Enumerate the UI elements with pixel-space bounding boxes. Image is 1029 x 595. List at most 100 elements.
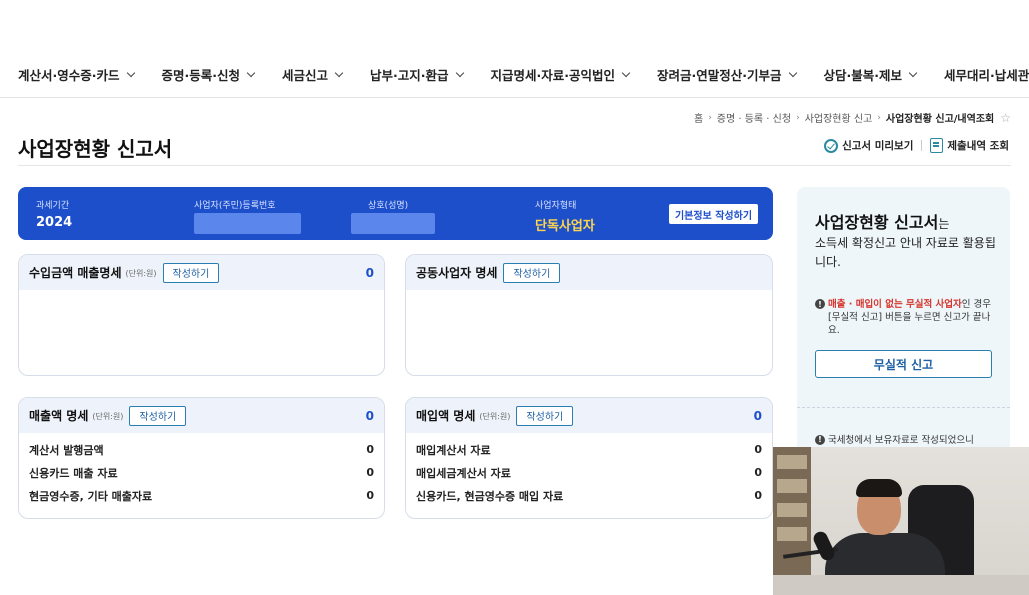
webcam-overlay [773,447,1029,595]
row-label: 현금영수증, 기타 매출자료 [29,489,153,503]
unit-label: (단위:원) [479,412,511,421]
list-item: 현금영수증, 기타 매출자료 0 [19,484,384,507]
breadcrumb-item[interactable]: 사업장현황 신고 [805,110,873,125]
breadcrumb-item[interactable]: 증명 · 등록 · 신청 [717,110,791,125]
count-value: 0 [365,408,374,423]
star-icon[interactable]: ☆ [1000,111,1011,125]
type-label: 사업자형태 [535,201,577,211]
nil-notice: ! 매출 · 매입이 없는 무실적 사업자인 경우 [무실적 신고] 버튼을 누… [815,298,1000,337]
bookshelf [773,447,811,595]
card-header: 매입액 명세 (단위:원) 작성하기 0 [406,398,772,433]
row-label: 계산서 발행금액 [29,443,104,457]
name-masked-value [351,213,435,234]
period-value: 2024 [36,215,73,230]
row-value: 0 [754,466,762,479]
document-icon [930,138,944,153]
card-header: 매출액 명세 (단위:원) 작성하기 0 [19,398,384,433]
write-button[interactable]: 작성하기 [516,405,574,426]
type-value: 단독사업자 [535,219,595,234]
divider [921,140,923,151]
nav-item-label: 장려금·연말정산·기부금 [657,68,782,83]
chevron-down-icon [334,68,344,77]
breadcrumb-current: 사업장현황 신고/내역조회 [885,114,995,125]
regno-masked-value [194,213,301,234]
name-field: 상호(성명) [351,198,435,234]
breadcrumb: 홈 › 증명 · 등록 · 신청 › 사업장현황 신고 › 사업장현황 신고/내… [694,110,1011,126]
info-icon: ! [815,434,825,445]
card-header: 수입금액 매출명세 (단위:원) 작성하기 0 [19,255,384,290]
nav-item-incentive[interactable]: 장려금·연말정산·기부금 [657,65,797,84]
nav-item-statement[interactable]: 지급명세·자료·공익법인 [490,65,631,84]
row-value: 0 [366,466,374,479]
row-label: 신용카드, 현금영수증 매입 자료 [416,489,564,503]
regno-label: 사업자(주민)등록번호 [194,201,276,211]
row-value: 0 [754,489,762,502]
list-item: 신용카드, 현금영수증 매입 자료 0 [406,484,772,507]
guide-title-suffix: 는 [938,217,950,231]
card-rows: 계산서 발행금액 0 신용카드 매출 자료 0 현금영수증, 기타 매출자료 0 [19,433,384,507]
guide-description: 소득세 확정신고 안내 자료로 활용됩니다. [815,236,996,269]
chevron-down-icon [788,68,797,77]
nav-item-tax-report[interactable]: 세금신고 [282,65,344,84]
row-label: 매입세금계산서 자료 [416,466,511,480]
desk [773,575,1029,595]
person-hair [856,479,902,497]
write-button[interactable]: 작성하기 [503,262,561,283]
divider [18,165,1011,166]
row-value: 0 [754,443,762,456]
list-item: 매입세금계산서 자료 0 [406,461,772,484]
purchase-card: 매입액 명세 (단위:원) 작성하기 0 매입계산서 자료 0 매입세금계산서 자… [405,397,773,519]
nav-item-invoice[interactable]: 계산서·영수증·카드 [18,65,135,84]
card-header: 공동사업자 명세 작성하기 [406,255,772,290]
history-label: 제출내역 조회 [947,140,1009,152]
card-title: 공동사업자 명세 [416,266,498,280]
count-value: 0 [753,408,762,423]
nav-item-label: 납부·고지·환급 [370,68,449,83]
row-label: 신용카드 매출 자료 [29,466,118,480]
chevron-right-icon: › [877,112,881,123]
guide-title-main: 사업장현황 신고서 [815,213,939,232]
write-button[interactable]: 작성하기 [129,405,187,426]
basic-info-button[interactable]: 기본정보 작성하기 [669,204,758,224]
unit-label: (단위:원) [125,269,157,278]
write-button[interactable]: 작성하기 [162,262,220,283]
type-field: 사업자형태 단독사업자 [535,198,595,234]
chevron-down-icon [246,68,256,77]
partner-card: 공동사업자 명세 작성하기 [405,254,773,376]
nav-item-label: 증명·등록·신청 [161,68,241,83]
divider [797,407,1010,408]
unit-label: (단위:원) [92,412,124,421]
nav-item-agent[interactable]: 세무대리·납세관리 [944,65,1029,84]
nil-notice-highlight: 매출 · 매입이 없는 무실적 사업자 [828,299,962,310]
row-value: 0 [366,443,374,456]
sales-card: 매출액 명세 (단위:원) 작성하기 0 계산서 발행금액 0 신용카드 매출 자… [18,397,385,519]
row-value: 0 [366,489,374,502]
nav-item-payment[interactable]: 납부·고지·환급 [370,65,464,84]
chevron-down-icon [908,68,918,77]
chevron-down-icon [126,68,135,77]
row-label: 매입계산서 자료 [416,443,491,457]
title-actions: 신고서 미리보기 제출내역 조회 [824,138,1009,153]
count-value: 0 [365,265,374,280]
breadcrumb-home[interactable]: 홈 [694,110,703,125]
nil-report-button[interactable]: 무실적 신고 [815,350,992,378]
chevron-right-icon: › [708,112,712,123]
list-item: 신용카드 매출 자료 0 [19,461,384,484]
data-notice-text: 국세청에서 보유자료로 작성되었으니 [828,435,974,446]
preview-button[interactable]: 신고서 미리보기 [824,138,913,153]
card-title: 매출액 명세 [29,409,89,423]
nav-item-certificate[interactable]: 증명·등록·신청 [161,65,256,84]
period-field: 과세기간 2024 [36,198,72,230]
preview-label: 신고서 미리보기 [842,140,914,152]
nav-item-label: 지급명세·자료·공익법인 [490,68,616,83]
list-item: 계산서 발행금액 0 [19,438,384,461]
card-title: 수입금액 매출명세 [29,266,122,280]
info-icon: ! [815,299,825,309]
chevron-right-icon: › [796,112,800,123]
history-button[interactable]: 제출내역 조회 [930,138,1009,153]
nav-item-consult[interactable]: 상담·불복·제보 [823,65,918,84]
list-item: 매입계산서 자료 0 [406,438,772,461]
regno-field: 사업자(주민)등록번호 [194,198,301,234]
nav-item-label: 세무대리·납세관리 [944,68,1029,83]
nav-item-label: 상담·불복·제보 [823,68,903,83]
